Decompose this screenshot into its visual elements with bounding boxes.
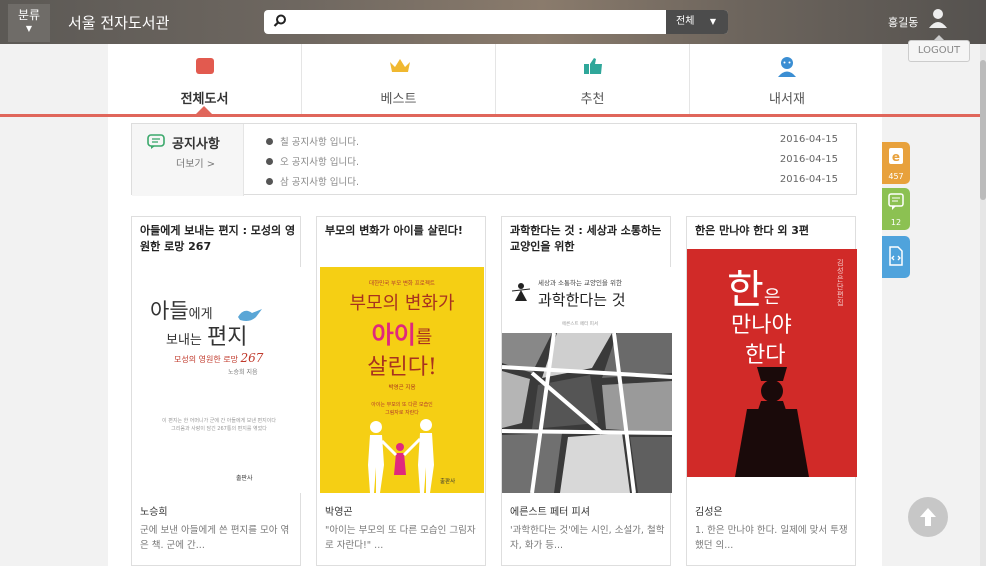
arrow-up-icon bbox=[920, 508, 936, 526]
user-icon[interactable] bbox=[928, 8, 948, 30]
document-code-icon bbox=[889, 246, 903, 266]
notice-item[interactable]: 삼 공지사항 입니다. 2016-04-15 bbox=[266, 173, 842, 191]
book-author: 노승희 bbox=[140, 507, 168, 518]
notice-text: 삼 공지사항 입니다. bbox=[280, 177, 359, 188]
active-tab-indicator bbox=[196, 106, 212, 114]
comment-button[interactable]: 12 bbox=[882, 188, 910, 230]
search-bar: 전체 ▼ bbox=[264, 10, 728, 34]
notice-item[interactable]: 오 공지사항 입니다. 2016-04-15 bbox=[266, 153, 842, 171]
tab-bar: 전체도서 베스트 추천 내서재 bbox=[108, 44, 882, 114]
tab-label: 베스트 bbox=[380, 92, 417, 107]
ebook-button[interactable]: e 457 bbox=[882, 142, 910, 184]
tab-all-books[interactable]: 전체도서 bbox=[108, 44, 302, 114]
notice-title: 공지사항 bbox=[172, 137, 220, 152]
family-silhouette-icon bbox=[368, 419, 434, 493]
book-card[interactable]: 아들에게 보내는 편지 : 모성의 영원한 로망 267 아들에게 보내는 편지… bbox=[131, 216, 302, 566]
notice-text: 오 공지사항 입니다. bbox=[280, 157, 359, 168]
notice-header: 공지사항 더보기 > bbox=[132, 124, 244, 196]
book-cover: 대한민국 부모 변화 프로젝트 부모의 변화가 아이를 살린다! 박영곤 지음 … bbox=[320, 267, 484, 493]
notice-panel: 공지사항 더보기 > 칠 공지사항 입니다. 2016-04-15 오 공지사항 … bbox=[131, 123, 857, 196]
speech-bubble-icon bbox=[147, 134, 165, 149]
ebook-count: 457 bbox=[888, 172, 904, 181]
user-icon bbox=[778, 57, 796, 77]
book-cover: 아들에게 보내는 편지 모성의 영원한 로망 267 노승희 지음 이 편지는 … bbox=[132, 267, 302, 493]
notice-item[interactable]: 칠 공지사항 입니다. 2016-04-15 bbox=[266, 133, 842, 151]
search-scope-label: 전체 bbox=[676, 16, 695, 27]
search-scope-select[interactable]: 전체 ▼ bbox=[666, 10, 728, 34]
book-title: 아들에게 보내는 편지 : 모성의 영원한 로망 267 bbox=[140, 224, 296, 253]
document-code-button[interactable] bbox=[882, 236, 910, 278]
notice-text: 칠 공지사항 입니다. bbox=[280, 137, 359, 148]
thumbs-up-icon bbox=[584, 58, 602, 74]
book-card[interactable]: 부모의 변화가 아이를 살린다! 대한민국 부모 변화 프로젝트 부모의 변화가… bbox=[316, 216, 486, 566]
book-card[interactable]: 과학한다는 것 : 세상과 소통하는 교양인을 위한 세상과 소통하는 교양인을… bbox=[501, 216, 672, 566]
book-card[interactable]: 한은 만나야 한다 외 3편 한은 만나야 한다 김성은 단편집 김성은 1. … bbox=[686, 216, 857, 566]
ebook-icon: e bbox=[889, 148, 903, 164]
comment-count: 12 bbox=[890, 218, 902, 227]
logout-button[interactable]: LOGOUT bbox=[908, 35, 970, 62]
book-cover: 한은 만나야 한다 김성은 단편집 bbox=[687, 249, 857, 477]
search-input[interactable] bbox=[292, 12, 662, 32]
figure-icon bbox=[511, 283, 531, 301]
book-description: '과학한다는 것'에는 시인, 소설가, 철학자, 화가 등... bbox=[510, 525, 665, 551]
book-cover: 세상과 소통하는 교양인을 위한 과학한다는 것 에른스트 페터 피셔 bbox=[502, 267, 672, 493]
notice-date: 2016-04-15 bbox=[779, 154, 838, 165]
book-description: "아이는 부모의 또 다른 모습인 그림자로 자란다!" ... bbox=[325, 525, 476, 551]
scrollbar-thumb[interactable] bbox=[980, 60, 986, 200]
tab-label: 추천 bbox=[580, 92, 605, 107]
tab-recommend[interactable]: 추천 bbox=[496, 44, 690, 114]
tab-my-library[interactable]: 내서재 bbox=[690, 44, 884, 114]
chevron-down-icon: ▼ bbox=[25, 24, 33, 33]
app-title: 서울 전자도서관 bbox=[68, 14, 170, 32]
main-content: 전체도서 베스트 추천 내서재 공지사항 더보기 > 칠 공지사항 입니다. 20… bbox=[108, 44, 882, 566]
book-author: 박영곤 bbox=[325, 507, 353, 518]
chevron-down-icon: ▼ bbox=[709, 17, 716, 26]
category-label: 분류 bbox=[17, 8, 41, 22]
notice-date: 2016-04-15 bbox=[779, 134, 838, 145]
tab-best[interactable]: 베스트 bbox=[302, 44, 496, 114]
book-title: 과학한다는 것 : 세상과 소통하는 교양인을 위한 bbox=[510, 224, 662, 253]
tab-label: 내서재 bbox=[769, 92, 805, 107]
svg-text:e: e bbox=[892, 150, 900, 164]
comment-icon bbox=[888, 193, 904, 210]
search-icon bbox=[273, 14, 286, 27]
warrior-silhouette-icon bbox=[735, 367, 809, 477]
book-description: 1. 한은 만나야 한다. 일제에 맞서 투쟁했던 의... bbox=[695, 525, 848, 551]
book-author: 에른스트 페터 피셔 bbox=[510, 507, 590, 518]
book-title: 부모의 변화가 아이를 살린다! bbox=[325, 224, 463, 237]
book-description: 군에 보낸 아들에게 쓴 편지를 모아 엮은 책. 군에 간... bbox=[140, 525, 290, 551]
crown-icon bbox=[390, 59, 410, 72]
photo-collage bbox=[502, 333, 672, 493]
scroll-to-top-button[interactable] bbox=[908, 497, 948, 537]
tab-underline bbox=[0, 114, 986, 117]
book-title: 한은 만나야 한다 외 3편 bbox=[695, 224, 810, 237]
tab-label: 전체도서 bbox=[180, 92, 229, 107]
category-menu-button[interactable]: 분류 ▼ bbox=[8, 4, 50, 42]
notice-more-link[interactable]: 더보기 > bbox=[176, 155, 215, 170]
user-name: 홍길동 bbox=[888, 16, 919, 29]
book-icon bbox=[196, 58, 214, 74]
notice-date: 2016-04-15 bbox=[779, 174, 838, 185]
book-author: 김성은 bbox=[695, 507, 723, 518]
